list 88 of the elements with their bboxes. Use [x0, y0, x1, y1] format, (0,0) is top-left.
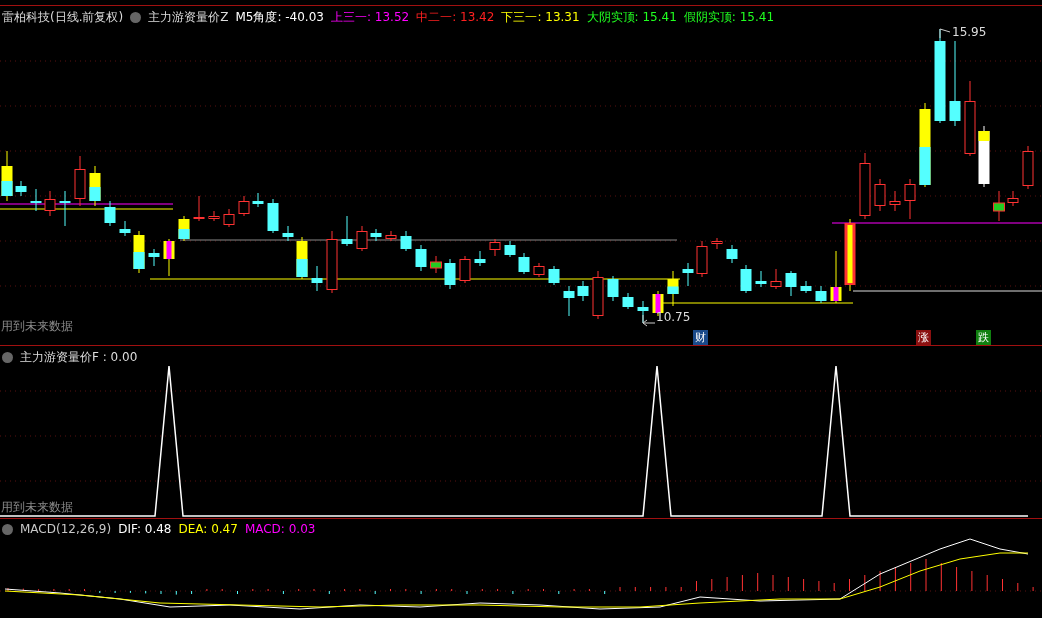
candlestick	[385, 230, 397, 242]
candlestick	[59, 190, 71, 227]
candlestick	[163, 238, 175, 277]
candlestick	[415, 244, 427, 272]
candlestick	[459, 255, 471, 284]
event-marker[interactable]: 财	[693, 330, 708, 345]
candlestick	[296, 236, 308, 280]
candlestick	[993, 190, 1005, 222]
indicator-name: 主力游资量价Z	[148, 9, 229, 26]
candlestick	[133, 230, 145, 274]
candlestick	[800, 280, 812, 294]
candlestick	[474, 250, 486, 267]
candlestick	[563, 285, 575, 317]
candlestick	[30, 188, 42, 212]
candlestick	[859, 152, 871, 220]
candlestick	[89, 165, 101, 207]
candlestick	[430, 255, 442, 274]
low-price-label: 10.75	[656, 310, 691, 324]
candlestick	[341, 215, 353, 247]
candlestick	[238, 195, 250, 217]
low-arrow-icon	[642, 314, 656, 327]
candlestick	[978, 125, 990, 188]
legend-value: 上三一: 13.52	[330, 9, 410, 26]
candlestick	[267, 198, 279, 234]
candlestick	[15, 180, 27, 197]
event-marker[interactable]: 涨	[916, 330, 931, 345]
candlestick	[577, 280, 589, 302]
candlestick	[711, 237, 723, 250]
candlestick	[815, 285, 827, 304]
macd-legend-value: MACD(12,26,9)	[20, 522, 112, 536]
candlestick	[311, 265, 323, 292]
candlestick	[696, 240, 708, 278]
candlestick	[607, 275, 619, 302]
candlestick	[193, 195, 205, 222]
candlestick	[356, 225, 368, 252]
candlestick	[44, 190, 56, 217]
dropdown-icon[interactable]	[130, 12, 142, 23]
candlestick	[667, 270, 679, 307]
dropdown-icon[interactable]	[2, 523, 13, 535]
stock-title: 雷柏科技(日线.前复权)	[2, 9, 124, 26]
candlestick	[770, 268, 782, 290]
macd-legend-value: DIF: 0.48	[118, 522, 172, 536]
candlestick	[622, 292, 634, 310]
candlestick	[252, 192, 264, 208]
macd-legend-value: MACD: 0.03	[244, 522, 316, 536]
candlestick	[740, 264, 752, 294]
legend-value: 下三一: 13.31	[501, 9, 580, 26]
candlestick	[726, 244, 738, 264]
candlestick	[548, 265, 560, 286]
high-pointer-icon	[939, 28, 951, 39]
legend-value: 假阴实顶: 15.41	[683, 9, 775, 26]
candlestick	[223, 208, 235, 228]
candlestick	[444, 258, 456, 290]
candlestick	[592, 270, 604, 320]
candlestick	[755, 270, 767, 288]
dropdown-icon[interactable]	[2, 352, 13, 363]
candlestick	[904, 178, 916, 220]
candlestick	[104, 200, 116, 227]
candlestick	[326, 230, 338, 294]
candlestick	[119, 220, 131, 237]
candlestick	[370, 228, 382, 242]
candlestick	[533, 262, 545, 278]
candlestick	[889, 190, 901, 212]
high-price-label: 15.95	[952, 25, 987, 39]
legend-value: M5角度: -40.03	[235, 9, 324, 26]
future-data-note: 用到未来数据	[1, 499, 73, 516]
candlestick	[785, 270, 797, 297]
candlestick	[208, 210, 220, 222]
candlestick	[74, 155, 86, 207]
candlestick	[504, 240, 516, 258]
candlestick	[178, 215, 190, 242]
candlestick	[830, 250, 842, 304]
candlestick	[400, 230, 412, 252]
indicator-title: 主力游资量价F : 0.00	[20, 349, 138, 366]
legend-value: 中二一: 13.42	[416, 9, 495, 26]
candlestick	[1022, 145, 1034, 190]
legend-value: 大阴实顶: 15.41	[586, 9, 677, 26]
candlestick	[148, 248, 160, 267]
future-data-note: 用到未来数据	[1, 318, 73, 335]
candlestick	[1007, 190, 1019, 207]
candlestick	[874, 178, 886, 212]
candlestick	[1, 150, 13, 202]
macd-legend-value: DEA: 0.47	[178, 522, 238, 536]
candlestick	[682, 262, 694, 287]
candlestick	[518, 252, 530, 275]
event-marker[interactable]: 跌	[976, 330, 991, 345]
candlestick	[489, 238, 501, 257]
candlestick	[282, 225, 294, 242]
